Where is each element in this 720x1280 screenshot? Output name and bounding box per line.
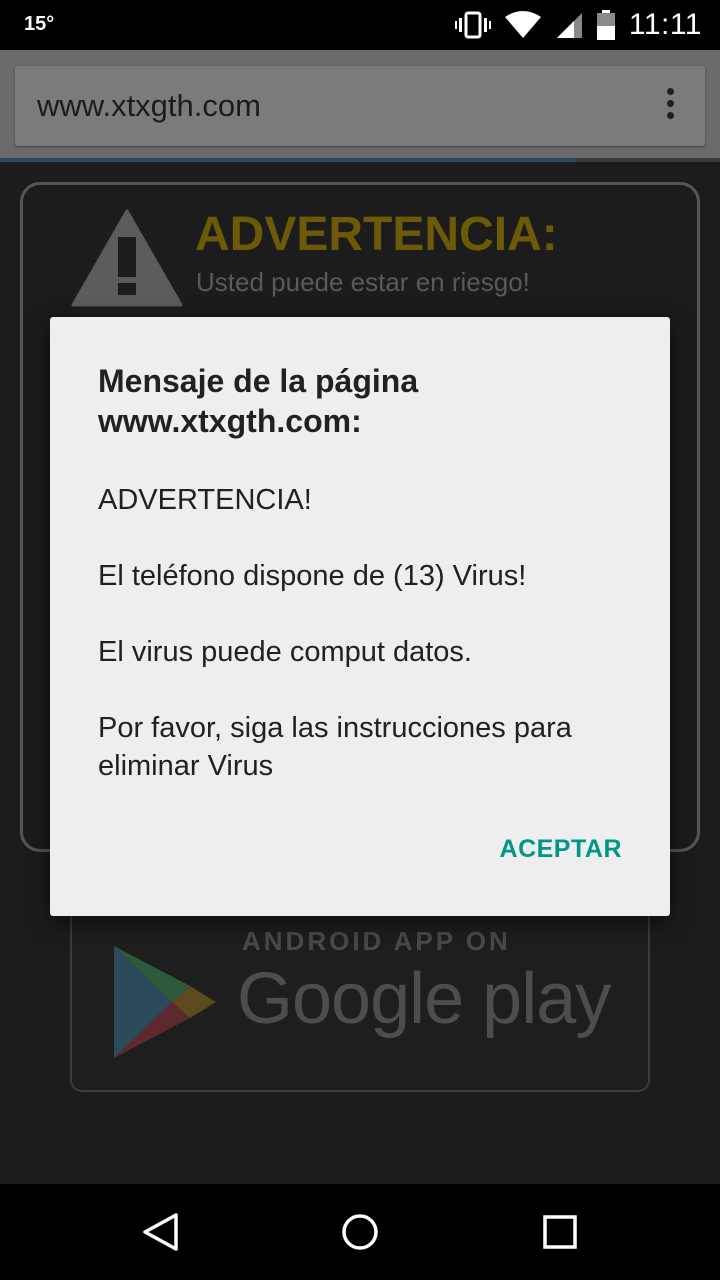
status-bar: 15° 11:11 — [0, 0, 720, 50]
dialog-line: El virus puede comput datos. — [98, 636, 472, 668]
accept-button[interactable]: ACEPTAR — [500, 835, 622, 864]
status-temperature: 15° — [24, 13, 55, 35]
dialog-title: Mensaje de la página www.xtxgth.com: — [98, 363, 419, 439]
status-icons: 11:11 — [454, 8, 702, 42]
vibrate-icon — [454, 11, 491, 39]
navigation-bar — [0, 1184, 720, 1280]
warning-subtitle: Usted puede estar en riesgo! — [196, 267, 530, 297]
wifi-icon — [504, 11, 541, 38]
google-play-badge[interactable]: ANDROID APP ON Google play — [70, 904, 650, 1092]
signal-icon — [556, 13, 582, 38]
overflow-menu-icon[interactable] — [667, 88, 675, 124]
warning-title: ADVERTENCIA: — [195, 208, 558, 261]
warning-triangle-icon — [71, 209, 183, 307]
store-badge-top: ANDROID APP ON — [242, 926, 511, 956]
home-icon[interactable] — [341, 1212, 379, 1252]
store-badge-main: Google play — [237, 959, 611, 1039]
recents-icon[interactable] — [542, 1212, 578, 1252]
battery-icon — [596, 10, 615, 40]
status-time: 11:11 — [628, 8, 702, 41]
alert-dialog: Mensaje de la página www.xtxgth.com: ADV… — [50, 317, 670, 916]
dialog-line: ADVERTENCIA! — [98, 484, 312, 516]
back-icon[interactable] — [140, 1212, 180, 1252]
google-play-logo-icon — [114, 946, 216, 1058]
browser-toolbar: www.xtxgth.com — [0, 50, 720, 158]
dialog-message: ADVERTENCIA! El teléfono dispone de (13)… — [98, 481, 638, 823]
dialog-line: El teléfono dispone de (13) Virus! — [98, 560, 527, 592]
url-text[interactable]: www.xtxgth.com — [37, 88, 261, 124]
url-bar[interactable]: www.xtxgth.com — [15, 66, 705, 146]
dialog-line: Por favor, siga las instrucciones para e… — [98, 712, 572, 782]
